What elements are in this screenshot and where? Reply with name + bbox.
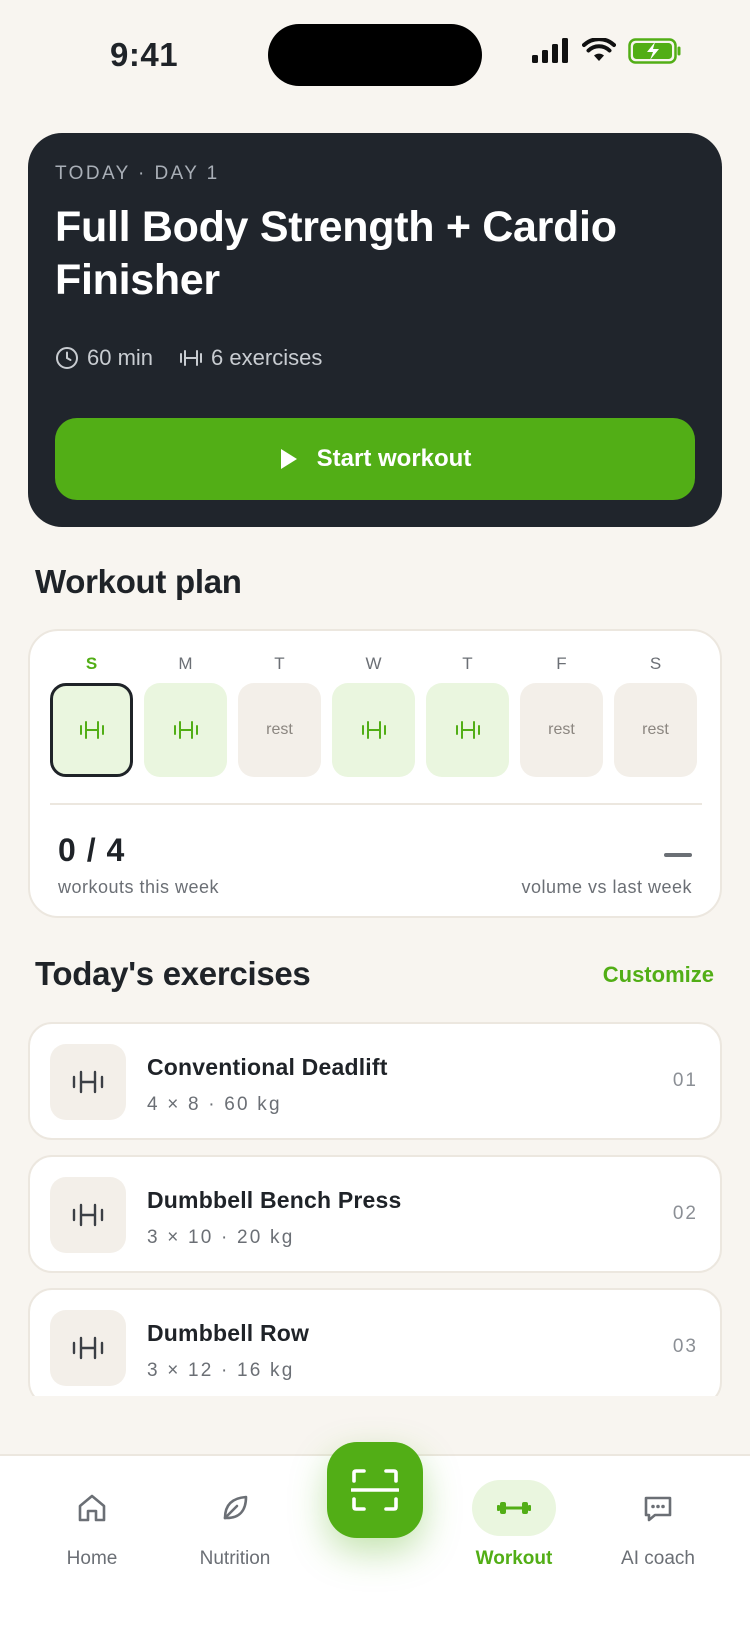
dumbbell-icon (497, 1502, 531, 1514)
dynamic-island (268, 24, 482, 86)
dumbbell-icon (455, 721, 480, 739)
clock-icon (56, 347, 78, 369)
day-tile-train[interactable] (426, 683, 509, 777)
duration-meta: 60 min (55, 345, 153, 371)
day-letter: S (85, 654, 98, 673)
divider (50, 803, 702, 805)
scan-button[interactable] (327, 1442, 423, 1538)
day-1[interactable]: M (144, 651, 227, 777)
exercise-number: 03 (672, 1336, 698, 1357)
exercise-icon-tile (50, 1310, 126, 1386)
workouts-count: 0 / 4 (58, 832, 126, 868)
nav-icon-wrap (193, 1480, 277, 1536)
scan-icon (351, 1469, 399, 1511)
exercise-count-text: 6 exercises (211, 345, 323, 370)
volume-dash-icon (664, 853, 692, 857)
workouts-count-label: workouts this week (58, 877, 220, 897)
nav-label: Nutrition (199, 1548, 271, 1569)
exercise-item[interactable]: Dumbbell Row 3 × 12 · 16 kg 03 (28, 1288, 722, 1396)
exercises-title: Today's exercises (35, 955, 311, 992)
workout-title: Full Body Strength + Cardio Finisher (55, 203, 617, 304)
battery-charging-icon (628, 38, 681, 64)
day-letter: T (274, 654, 285, 673)
exercise-sets: 3 × 12 · 16 kg (147, 1360, 295, 1381)
nav-workout[interactable]: Workout (454, 1480, 574, 1570)
workout-meta: 60 min 6 exercises (55, 345, 695, 371)
exercise-icon-tile (50, 1177, 126, 1253)
home-icon (78, 1494, 106, 1522)
dumbbell-icon (72, 1203, 104, 1227)
start-workout-label: Start workout (316, 445, 472, 472)
wifi-icon (582, 38, 616, 61)
day-tile-rest[interactable]: rest (520, 683, 603, 777)
exercise-sets: 4 × 8 · 60 kg (147, 1094, 282, 1115)
day-letter: T (462, 654, 473, 673)
today-workout-card: TODAY · DAY 1 Full Body Strength + Cardi… (28, 133, 722, 527)
dumbbell-icon (361, 721, 386, 739)
exercise-name: Conventional Deadlift (147, 1054, 388, 1080)
workout-plan-title: Workout plan (35, 563, 242, 600)
dumbbell-icon (180, 350, 203, 366)
exercise-sets: 3 × 10 · 20 kg (147, 1227, 295, 1248)
exercise-number: 02 (672, 1203, 698, 1224)
status-icons (530, 38, 682, 64)
day-letter: W (365, 654, 382, 673)
nav-icon-wrap (616, 1480, 700, 1536)
chat-bubble-icon (644, 1496, 672, 1522)
day-eyebrow: TODAY · DAY 1 (55, 163, 220, 184)
nav-label: AI coach (621, 1548, 695, 1569)
nav-home[interactable]: Home (32, 1480, 152, 1570)
play-icon (280, 449, 297, 469)
volume-label: volume vs last week (521, 877, 692, 897)
day-2[interactable]: T rest (238, 651, 321, 777)
exercise-name: Dumbbell Bench Press (147, 1187, 402, 1213)
day-letter: S (649, 654, 662, 673)
nav-icon-wrap (472, 1480, 556, 1536)
dumbbell-icon (72, 1336, 104, 1360)
workout-plan-card: S M T rest W T F rest S rest 0 / 4 worko… (28, 629, 722, 918)
nav-icon-wrap (50, 1480, 134, 1536)
status-time: 9:41 (110, 36, 179, 73)
day-6[interactable]: S rest (614, 651, 697, 777)
status-bar: 9:41 (0, 0, 750, 110)
day-0[interactable]: S (50, 651, 133, 777)
nav-label: Workout (475, 1548, 553, 1569)
customize-link[interactable]: Customize (603, 962, 714, 988)
day-letter: M (178, 654, 193, 673)
exercise-number: 01 (672, 1070, 698, 1091)
dumbbell-icon (173, 721, 198, 739)
day-tile-rest[interactable]: rest (614, 683, 697, 777)
day-5[interactable]: F rest (520, 651, 603, 777)
leaf-icon (223, 1495, 248, 1520)
day-letter: F (556, 654, 567, 673)
day-3[interactable]: W (332, 651, 415, 777)
start-workout-button[interactable]: Start workout (55, 418, 695, 500)
exercise-item[interactable]: Conventional Deadlift 4 × 8 · 60 kg 01 (28, 1022, 722, 1140)
exercise-name: Dumbbell Row (147, 1320, 310, 1346)
exercise-item[interactable]: Dumbbell Bench Press 3 × 10 · 20 kg 02 (28, 1155, 722, 1273)
exercise-count-meta: 6 exercises (179, 345, 322, 371)
exercise-list: Conventional Deadlift 4 × 8 · 60 kg 01 D… (28, 1022, 722, 1396)
day-tile-today[interactable] (50, 683, 133, 777)
day-4[interactable]: T (426, 651, 509, 777)
dumbbell-icon (72, 1070, 104, 1094)
week-days: S M T rest W T F rest S rest (50, 651, 697, 777)
exercise-icon-tile (50, 1044, 126, 1120)
day-tile-train[interactable] (332, 683, 415, 777)
day-tile-rest[interactable]: rest (238, 683, 321, 777)
dumbbell-icon (79, 721, 104, 739)
duration-text: 60 min (87, 345, 154, 370)
day-tile-train[interactable] (144, 683, 227, 777)
nav-nutrition[interactable]: Nutrition (175, 1480, 295, 1570)
cellular-signal-icon (532, 38, 568, 63)
nav-ai-coach[interactable]: AI coach (598, 1480, 718, 1570)
nav-label: Home (66, 1548, 118, 1569)
